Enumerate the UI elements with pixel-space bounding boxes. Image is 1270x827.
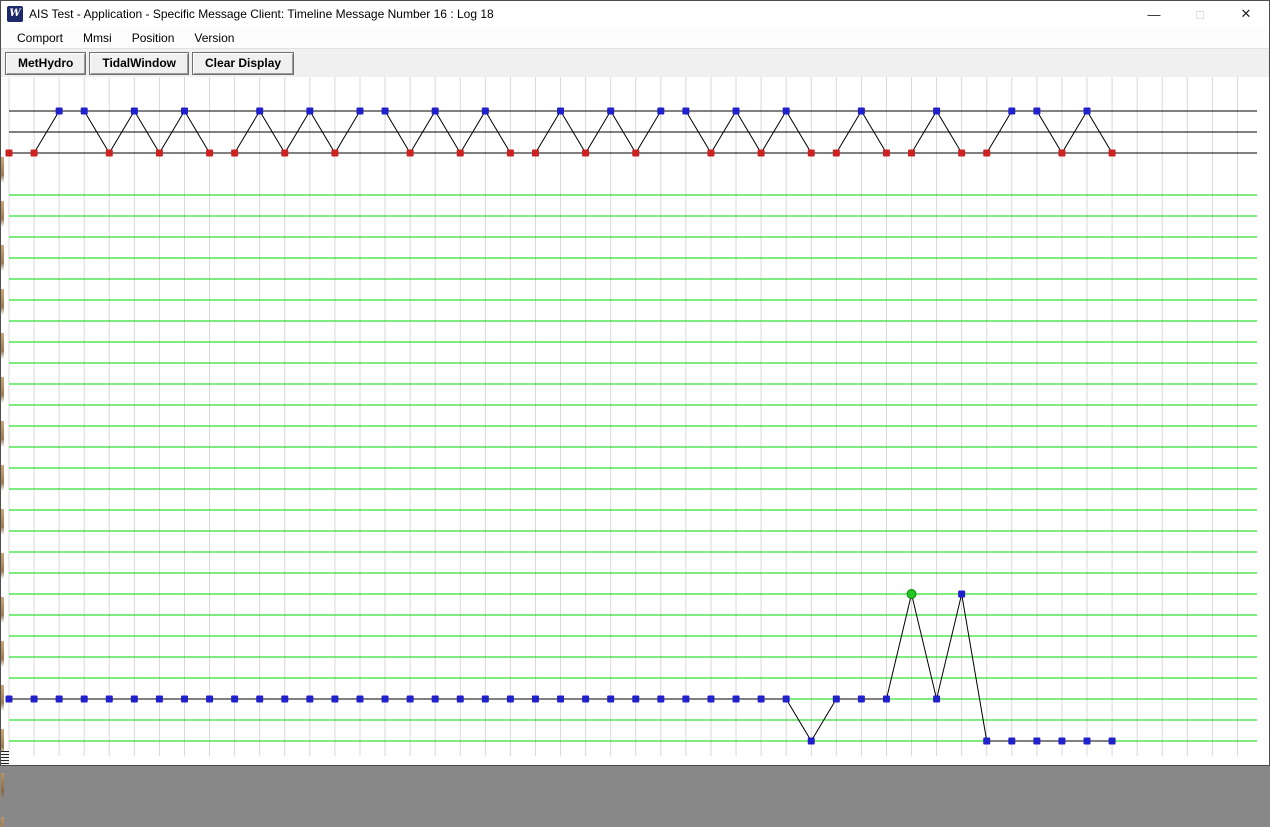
methydro-button[interactable]: MetHydro bbox=[5, 52, 86, 75]
window-controls: — □ ✕ bbox=[1131, 1, 1269, 27]
menubar: Comport Mmsi Position Version bbox=[1, 27, 1269, 49]
close-icon: ✕ bbox=[1241, 6, 1252, 22]
left-edge-artifact bbox=[1, 157, 4, 827]
minimize-button[interactable]: — bbox=[1131, 1, 1177, 27]
timeline-chart bbox=[1, 77, 1269, 765]
close-button[interactable]: ✕ bbox=[1223, 1, 1269, 27]
menu-item-mmsi[interactable]: Mmsi bbox=[75, 29, 120, 47]
toolbar: MetHydro TidalWindow Clear Display bbox=[1, 49, 1269, 77]
clear-display-button[interactable]: Clear Display bbox=[192, 52, 294, 75]
maximize-button[interactable]: □ bbox=[1177, 1, 1223, 27]
window-title: AIS Test - Application - Specific Messag… bbox=[29, 7, 494, 21]
menu-item-position[interactable]: Position bbox=[124, 29, 183, 47]
app-window: W AIS Test - Application - Specific Mess… bbox=[0, 0, 1270, 766]
menu-item-version[interactable]: Version bbox=[186, 29, 242, 47]
timeline-chart-area bbox=[1, 77, 1269, 765]
minimize-icon: — bbox=[1148, 7, 1161, 22]
titlebar: W AIS Test - Application - Specific Mess… bbox=[1, 1, 1269, 27]
app-icon: W bbox=[7, 6, 23, 22]
maximize-icon: □ bbox=[1196, 7, 1204, 22]
menu-item-comport[interactable]: Comport bbox=[9, 29, 71, 47]
bottom-left-grip-icon bbox=[1, 751, 9, 765]
tidalwindow-button[interactable]: TidalWindow bbox=[89, 52, 189, 75]
